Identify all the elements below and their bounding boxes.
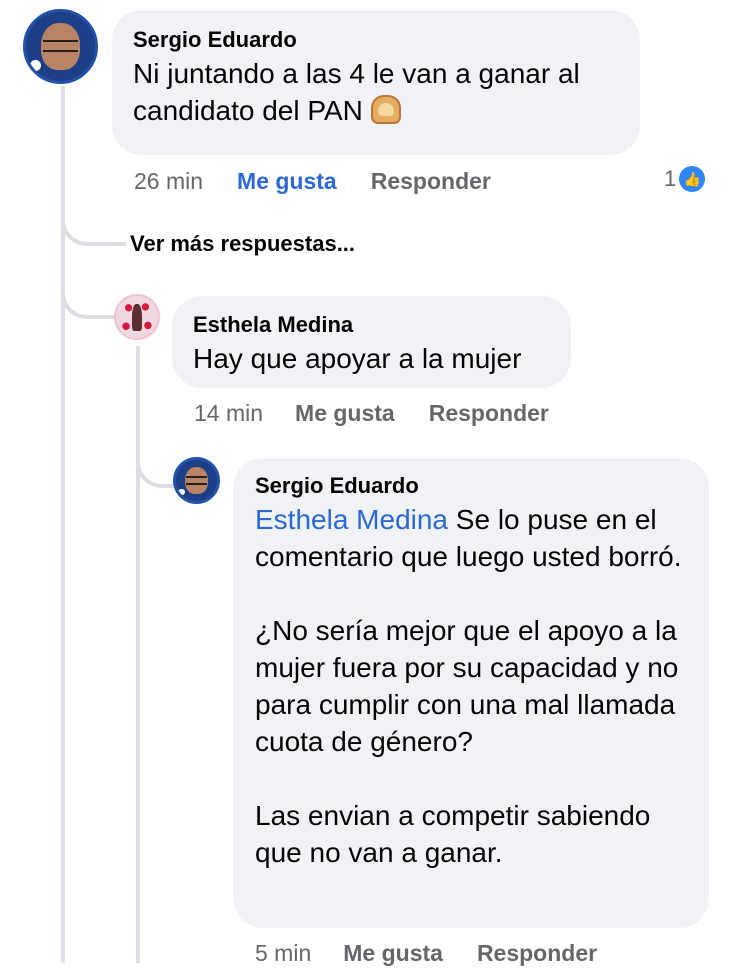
comment-actions: 5 min Me gusta Responder [255, 938, 597, 968]
view-more-replies-link[interactable]: Ver más respuestas... [130, 228, 355, 260]
avatar-glasses-icon [185, 476, 208, 486]
comment-bubble-sergio-reply: Sergio Eduardo Esthela Medina Se lo puse… [233, 458, 709, 928]
comment-bubble-sergio: Sergio Eduardo Ni juntando a las 4 le va… [112, 10, 640, 155]
sergio-reply-avatar[interactable] [173, 457, 220, 504]
like-button[interactable]: Me gusta [295, 398, 395, 428]
comment-paragraph: Las envian a competir sabiendo que no va… [255, 800, 651, 868]
reply-button[interactable]: Responder [477, 938, 597, 968]
like-button[interactable]: Me gusta [343, 938, 443, 968]
bread-icon [370, 95, 401, 124]
comment-time[interactable]: 26 min [134, 166, 203, 196]
avatar-badge-icon [178, 488, 185, 496]
reply-button[interactable]: Responder [429, 398, 549, 428]
avatar-person-icon [132, 303, 142, 332]
sergio-avatar[interactable] [23, 9, 98, 84]
thread-branch-more-replies [61, 215, 126, 246]
comment-text: Hay que apoyar a la mujer [193, 343, 522, 374]
thumbs-up-icon: 👍 [679, 166, 706, 192]
like-button[interactable]: Me gusta [237, 166, 337, 196]
reaction-summary[interactable]: 1 👍 [664, 166, 706, 192]
thread-branch-nested-reply [136, 446, 174, 488]
comment-actions: 14 min Me gusta Responder [194, 398, 549, 428]
comment-text: Esthela Medina Se lo puse en el comentar… [255, 504, 682, 572]
comment-bubble-esthela: Esthela Medina Hay que apoyar a la mujer [172, 296, 571, 388]
esthela-avatar[interactable] [114, 294, 160, 340]
comment-author[interactable]: Sergio Eduardo [133, 26, 620, 54]
nested-thread-line [136, 346, 140, 963]
comment-time[interactable]: 14 min [194, 398, 263, 428]
comment-time[interactable]: 5 min [255, 938, 311, 968]
avatar-badge-icon [30, 60, 42, 72]
comment-paragraph: ¿No sería mejor que el apoyo a la mujer … [255, 615, 679, 757]
avatar-glasses-icon [42, 39, 79, 52]
reaction-count: 1 [664, 166, 677, 191]
reply-button[interactable]: Responder [371, 166, 491, 196]
mention-link[interactable]: Esthela Medina [255, 504, 448, 535]
comment-author[interactable]: Sergio Eduardo [255, 472, 689, 500]
comment-actions: 26 min Me gusta Responder [134, 166, 491, 196]
comment-text: Ni juntando a las 4 le van a ganar al ca… [133, 58, 580, 126]
thread-branch-esthela [61, 282, 115, 319]
comment-author[interactable]: Esthela Medina [193, 311, 551, 339]
